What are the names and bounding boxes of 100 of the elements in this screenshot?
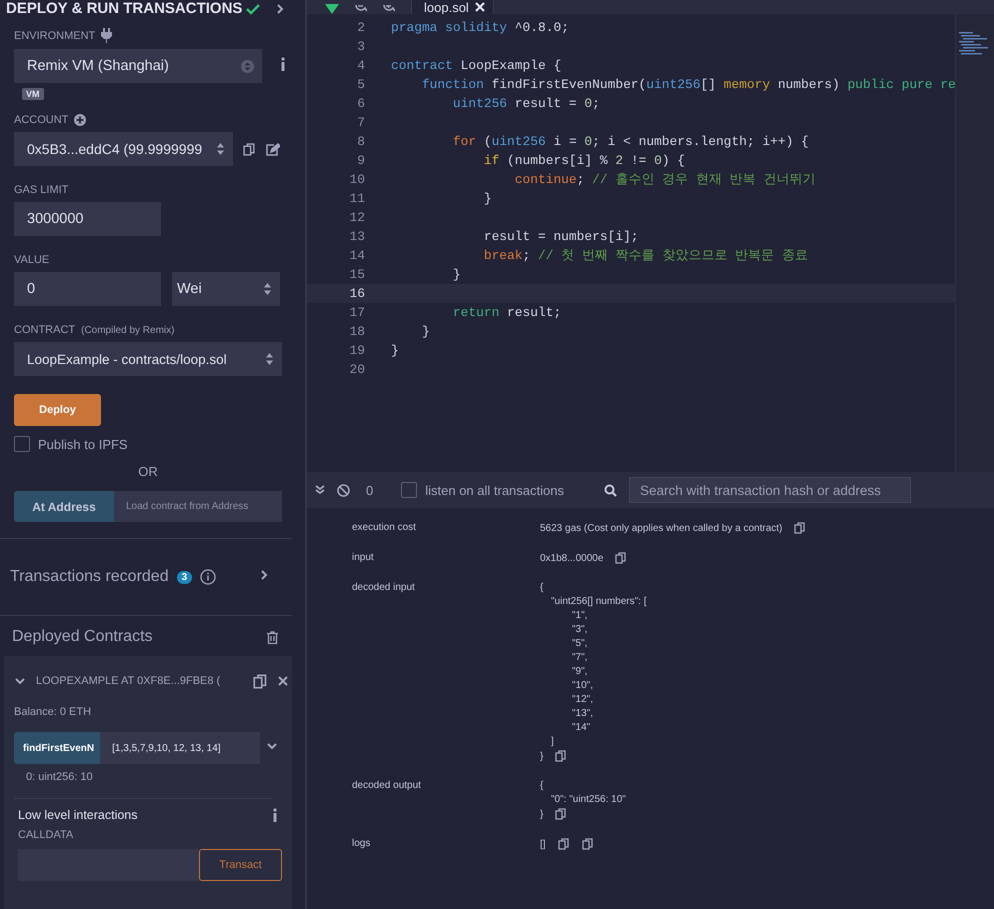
value-input[interactable]: 0: [14, 272, 161, 306]
code-line: function findFirstEvenNumber(uint256[] memory numbers) public pure re: [420, 77, 955, 92]
line-number: 16: [348, 286, 365, 301]
file-tab[interactable]: loop.sol: [411, 0, 494, 14]
json-item: "14": [571, 722, 592, 733]
json-item: "13",: [571, 708, 594, 719]
json-item: "7",: [571, 652, 588, 663]
json-item: "10",: [571, 680, 594, 691]
checkbox-label: Publish to IPFS: [38, 436, 128, 452]
copy-icon[interactable]: [243, 142, 256, 156]
line-number: 20: [348, 362, 365, 377]
line-number: 14: [348, 248, 365, 263]
at-address-button[interactable]: At Address: [14, 491, 114, 522]
section-title: Transactions recorded: [10, 568, 169, 586]
json-bracket: ]: [551, 736, 555, 747]
copy-icon[interactable]: [615, 552, 628, 564]
environment-select[interactable]: Remix VM (Shanghai): [14, 49, 262, 83]
json-brace: {: [540, 582, 544, 593]
code-line: pragma solidity ^0.8.0;: [391, 20, 569, 35]
clear-icon[interactable]: [337, 484, 350, 496]
copy-icon[interactable]: [555, 808, 568, 820]
close-icon[interactable]: [278, 676, 288, 686]
field-label: ENVIRONMENT: [14, 30, 96, 42]
line-number: 3: [356, 39, 365, 54]
code-line: result = numbers[i];: [482, 229, 639, 244]
panel-title: DEPLOY & RUN TRANSACTIONS: [6, 1, 242, 17]
checkbox[interactable]: [401, 482, 418, 498]
line-number: 5: [356, 77, 365, 92]
checkbox[interactable]: [14, 436, 30, 452]
copy-icon[interactable]: [555, 750, 568, 762]
account-select[interactable]: 0x5B3...eddC4 (99.9999999: [14, 132, 233, 166]
result-text: 0: uint256: 10: [26, 771, 94, 783]
line-number: 18: [348, 324, 365, 339]
count-badge: 3: [176, 570, 192, 584]
code-line: contract LoopExample {: [391, 58, 562, 73]
json-item: "1",: [571, 610, 588, 621]
field-label: ACCOUNT: [14, 114, 68, 126]
balance-text: Balance: 0 ETH: [14, 706, 92, 718]
code-line: break; // 첫 번째 짝수를 찾았으므로 반복문 종료: [482, 247, 808, 264]
info-icon[interactable]: [272, 808, 278, 822]
section-title: Deployed Contracts: [12, 628, 153, 646]
info-icon[interactable]: [280, 56, 286, 70]
field-label: GAS LIMIT: [14, 184, 68, 196]
section-title: Low level interactions: [18, 808, 138, 822]
trash-icon[interactable]: [267, 630, 278, 644]
calldata-input[interactable]: [18, 849, 199, 881]
line-number: 17: [348, 305, 365, 320]
updown-icon: [241, 60, 254, 72]
json-item: "5",: [571, 638, 588, 649]
line-number: 4: [356, 58, 365, 73]
updown-icon: [265, 352, 274, 366]
info-icon[interactable]: [200, 569, 216, 585]
detail-label: decoded output: [352, 780, 422, 793]
copy-icon[interactable]: [558, 838, 570, 850]
code-line: }: [391, 343, 399, 358]
detail-label: logs: [352, 838, 372, 850]
collapse-icon[interactable]: [315, 485, 325, 495]
detail-value: 5623 gas (Cost only applies when called by a contract): [540, 522, 782, 534]
copy-icon[interactable]: [794, 522, 806, 534]
detail-value: []: [540, 838, 546, 850]
field-label: CONTRACT: [14, 324, 76, 336]
line-number: 11: [348, 191, 365, 206]
check-icon: [246, 3, 260, 15]
copy-icon[interactable]: [582, 838, 594, 850]
contract-select[interactable]: LoopExample - contracts/loop.sol: [14, 342, 282, 376]
unit-select[interactable]: Wei: [172, 272, 280, 306]
transact-button[interactable]: Transact: [199, 849, 282, 881]
json-brace: {: [540, 780, 544, 791]
checkbox-label: listen on all transactions: [425, 482, 564, 498]
code-line: uint256 result = 0;: [452, 96, 600, 111]
detail-label: execution cost: [352, 522, 417, 534]
search-field[interactable]: Search with transaction hash or address: [628, 477, 911, 503]
or-text: OR: [138, 464, 158, 479]
json-key: "0": "uint256: 10": [551, 794, 626, 805]
address-input[interactable]: Load contract from Address: [114, 491, 282, 522]
code-line: }: [482, 191, 492, 206]
plug-icon: [101, 28, 112, 43]
json-key: "uint256[] numbers": [: [551, 596, 646, 607]
line-number: 9: [356, 153, 365, 168]
field-label: VALUE: [14, 254, 50, 266]
vm-badge: VM: [22, 88, 44, 100]
function-button[interactable]: findFirstEvenN: [14, 732, 100, 764]
detail-value: 0x1b8...0000e: [540, 552, 604, 564]
updown-icon: [216, 142, 225, 156]
gas-limit-input[interactable]: 3000000: [14, 202, 161, 236]
edit-icon[interactable]: [266, 142, 280, 156]
copy-icon[interactable]: [253, 674, 268, 688]
pending-count: 0: [366, 482, 374, 498]
plus-icon: [74, 114, 86, 126]
code-line: return result;: [452, 305, 562, 320]
line-number: 2: [356, 20, 365, 35]
line-number: 15: [348, 267, 365, 282]
search-icon: [604, 484, 617, 496]
arguments-input[interactable]: [1,3,5,7,9,10, 12, 13, 14]: [100, 732, 260, 764]
field-label: CALLDATA: [18, 829, 74, 841]
code-line: }: [420, 324, 430, 339]
line-number: 8: [356, 134, 365, 149]
code-line: continue; // 홀수인 경우 현재 반복 건너뛰기: [514, 171, 816, 188]
minimap-drawing: [959, 32, 989, 56]
detail-label: input: [352, 552, 375, 564]
